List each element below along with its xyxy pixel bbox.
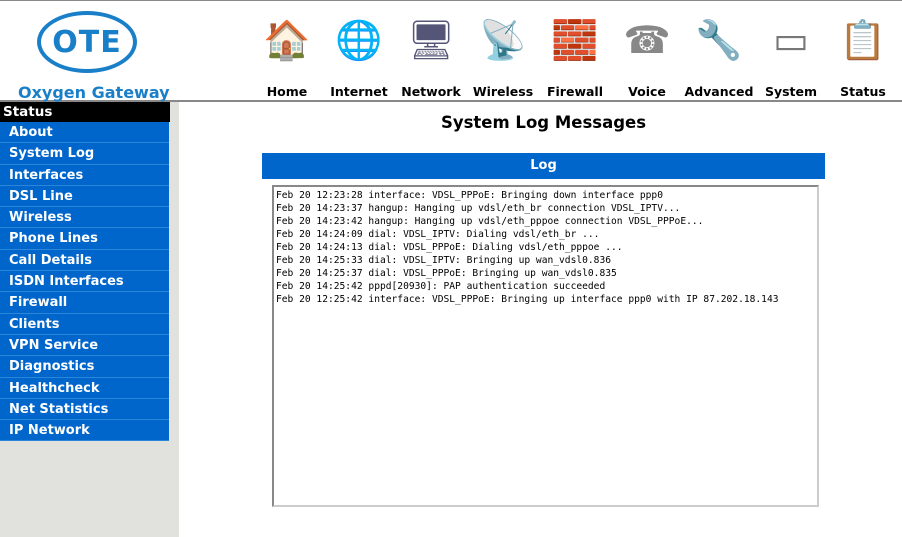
nav-label: Advanced <box>684 84 754 99</box>
antenna-icon: 📡 <box>479 17 527 62</box>
sidebar-item-diagnostics[interactable]: Diagnostics <box>0 356 169 378</box>
nav-label: System <box>764 84 818 99</box>
nav-label: Home <box>266 84 308 99</box>
nav-label: Voice <box>628 84 666 99</box>
sidebar-item-dsl-line[interactable]: DSL Line <box>0 185 169 208</box>
ote-logo: OTE <box>37 11 137 73</box>
nav-advanced[interactable]: 🔧 Advanced <box>683 9 755 101</box>
network-computers-icon: 🖥 <box>406 17 456 62</box>
nav-label: Status <box>840 84 886 99</box>
sidebar-item-clients[interactable]: Clients <box>0 313 169 335</box>
clipboard-icon: 📋 <box>839 17 887 62</box>
log-header: Log <box>262 153 825 179</box>
sidebar-item-call-details[interactable]: Call Details <box>0 249 169 272</box>
sidebar-item-isdn-interfaces[interactable]: ISDN Interfaces <box>0 271 169 293</box>
sidebar: Status About System Log Interfaces DSL Line… <box>0 102 179 537</box>
sidebar-item-healthcheck[interactable]: Healthcheck <box>0 377 169 399</box>
sidebar-item-firewall[interactable]: Firewall <box>0 292 169 314</box>
nav-system[interactable]: ▭ System <box>755 9 827 101</box>
page-title: System Log Messages <box>440 113 647 132</box>
nav-status[interactable]: 📋 Status <box>827 9 899 101</box>
router-icon: ▭ <box>773 18 809 62</box>
sidebar-item-interfaces[interactable]: Interfaces <box>0 164 169 186</box>
sidebar-header: Status <box>0 102 170 122</box>
globe-icon: 🌐 <box>335 17 383 62</box>
firewall-icon: 🧱 <box>551 17 599 62</box>
brand-name: Oxygen Gateway <box>18 83 170 102</box>
nav-network[interactable]: 🖥 Network <box>395 9 467 101</box>
sidebar-item-phone-lines[interactable]: Phone Lines <box>0 228 169 250</box>
nav-internet[interactable]: 🌐 Internet <box>323 9 395 101</box>
sidebar-item-net-statistics[interactable]: Net Statistics <box>0 398 169 421</box>
phone-icon: ☎ <box>623 18 671 62</box>
log-textarea[interactable]: Feb 20 12:23:28 interface: VDSL_PPPoE: B… <box>272 185 819 507</box>
nav-label: Network <box>401 84 461 99</box>
nav-home[interactable]: 🏠 Home <box>251 9 323 101</box>
sidebar-item-wireless[interactable]: Wireless <box>0 207 169 229</box>
nav-label: Firewall <box>546 84 604 99</box>
house-icon: 🏠 <box>263 17 311 62</box>
sidebar-item-system-log[interactable]: System Log <box>0 143 169 165</box>
sidebar-item-about[interactable]: About <box>0 122 169 144</box>
nav-label: Internet <box>330 84 388 99</box>
nav-label: Wireless <box>472 84 534 99</box>
nav-firewall[interactable]: 🧱 Firewall <box>539 9 611 101</box>
sidebar-item-vpn-service[interactable]: VPN Service <box>0 334 169 357</box>
nav-wireless[interactable]: 📡 Wireless <box>467 9 539 101</box>
tools-icon: 🔧 <box>695 17 743 62</box>
header: OTE Oxygen Gateway 🏠 Home 🌐 Internet 🖥 Networ… <box>0 0 902 102</box>
sidebar-item-ip-network[interactable]: IP Network <box>0 420 169 442</box>
nav-voice[interactable]: ☎ Voice <box>611 9 683 101</box>
